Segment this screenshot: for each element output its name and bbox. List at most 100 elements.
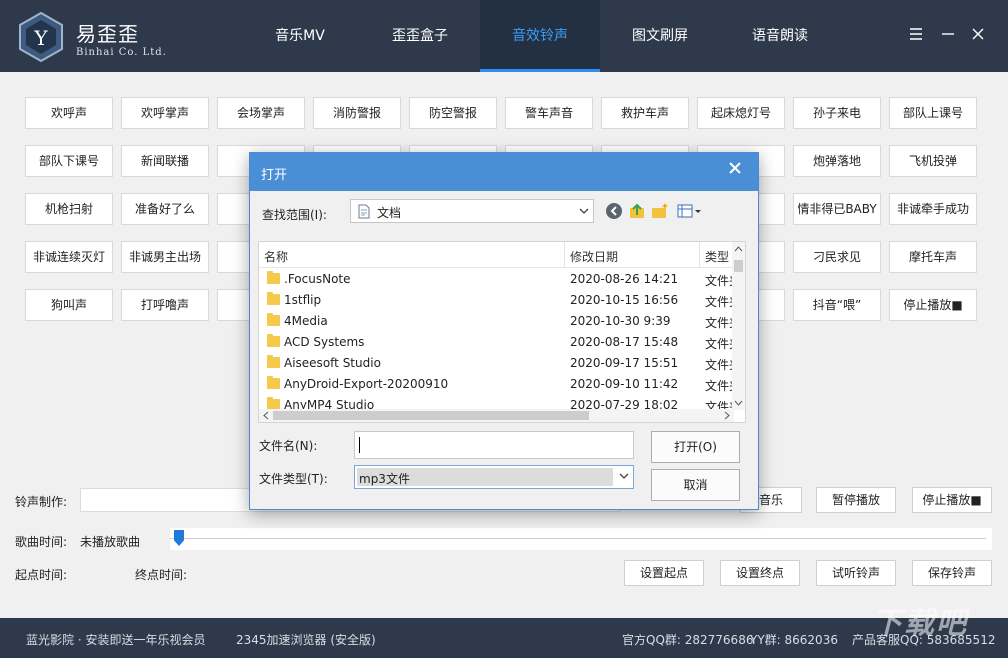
scroll-left-icon[interactable]	[262, 411, 270, 420]
scroll-right-icon[interactable]	[723, 411, 731, 420]
save-ringtone-button[interactable]: 保存铃声	[912, 560, 992, 586]
open-button[interactable]: 打开(O)	[651, 431, 740, 463]
sound-button[interactable]: 警车声音	[505, 97, 593, 129]
column-divider[interactable]	[699, 242, 700, 268]
close-icon[interactable]	[970, 26, 986, 42]
set-start-button[interactable]: 设置起点	[624, 560, 704, 586]
open-file-dialog: 打开 查找范围(I): 文档 名称 修改日期 类型 .FocusNo	[249, 152, 759, 510]
file-date: 2020-10-30 9:39	[570, 314, 671, 328]
horizontal-scrollbar[interactable]	[259, 409, 734, 422]
filetype-select[interactable]: mp3文件	[354, 465, 634, 489]
sound-button[interactable]: 新闻联播	[121, 145, 209, 177]
look-in-dropdown[interactable]: 文档	[350, 199, 594, 223]
file-name: AnyDroid-Export-20200910	[284, 377, 448, 391]
sound-button[interactable]: 部队上课号	[889, 97, 977, 129]
sound-button[interactable]: 炮弹落地	[793, 145, 881, 177]
file-date: 2020-10-15 16:56	[570, 293, 678, 307]
file-name: 4Media	[284, 314, 328, 328]
file-date: 2020-09-17 15:51	[570, 356, 678, 370]
file-row[interactable]: AnyDroid-Export-20200910 2020-09-10 11:42…	[259, 374, 734, 395]
file-type: 文件夹	[705, 272, 733, 289]
logo-letter: Y	[33, 26, 48, 50]
dialog-title-bar[interactable]: 打开	[250, 153, 758, 191]
text-caret	[359, 437, 360, 453]
scroll-down-icon[interactable]	[734, 399, 743, 407]
tab-waiwai-box[interactable]: 歪歪盒子	[360, 0, 480, 72]
tab-music-mv[interactable]: 音乐MV	[240, 0, 360, 72]
sound-button[interactable]: 飞机投弹	[889, 145, 977, 177]
file-row[interactable]: 4Media 2020-10-30 9:39 文件夹	[259, 311, 734, 332]
filetype-value: mp3文件	[359, 470, 410, 487]
song-time-value: 未播放歌曲	[80, 533, 140, 550]
back-icon[interactable]	[604, 201, 624, 221]
document-icon	[358, 204, 370, 219]
sound-button[interactable]: 准备好了么	[121, 193, 209, 225]
file-type: 文件夹	[705, 293, 733, 310]
column-type[interactable]: 类型	[705, 248, 729, 265]
file-type: 文件夹	[705, 377, 733, 394]
cancel-button[interactable]: 取消	[651, 469, 740, 501]
progress-slider[interactable]	[170, 528, 992, 550]
file-name: ACD Systems	[284, 335, 364, 349]
slider-thumb[interactable]	[174, 530, 184, 546]
sound-button[interactable]: 欢呼掌声	[121, 97, 209, 129]
folder-icon	[267, 315, 280, 326]
sound-button[interactable]: 非诚连续灭灯	[25, 241, 113, 273]
view-menu-icon[interactable]	[676, 201, 702, 221]
column-divider[interactable]	[564, 242, 565, 268]
sound-button[interactable]: 防空警报	[409, 97, 497, 129]
sound-button[interactable]: 孙子来电	[793, 97, 881, 129]
vertical-scroll-thumb[interactable]	[734, 260, 743, 272]
sound-button[interactable]: 非诚男主出场	[121, 241, 209, 273]
sound-button[interactable]: 欢呼声	[25, 97, 113, 129]
tab-voice-read[interactable]: 语音朗读	[720, 0, 840, 72]
horizontal-scroll-thumb[interactable]	[273, 411, 589, 420]
sound-button[interactable]: 部队下课号	[25, 145, 113, 177]
sound-button[interactable]: 刁民求见	[793, 241, 881, 273]
sound-button[interactable]: 狗叫声	[25, 289, 113, 321]
up-folder-icon[interactable]	[627, 201, 647, 221]
column-date[interactable]: 修改日期	[570, 248, 618, 265]
pause-button[interactable]: 暂停播放	[816, 487, 896, 513]
scroll-up-icon[interactable]	[734, 245, 743, 253]
sound-button[interactable]: 救护车声	[601, 97, 689, 129]
file-row[interactable]: 1stflip2020-10-15 16:56文件夹	[259, 290, 734, 311]
filename-input[interactable]	[354, 431, 634, 459]
file-list[interactable]: 名称 修改日期 类型 .FocusNote2020-08-26 14:21文件夹…	[258, 241, 746, 423]
end-time-label: 终点时间:	[135, 566, 187, 583]
sound-button[interactable]: 会场掌声	[217, 97, 305, 129]
column-name[interactable]: 名称	[264, 248, 288, 265]
dialog-close-icon[interactable]	[721, 156, 749, 180]
sound-button[interactable]: 起床熄灯号	[697, 97, 785, 129]
sound-button[interactable]: 摩托车声	[889, 241, 977, 273]
tab-sound-effects[interactable]: 音效铃声	[480, 0, 600, 72]
minimize-icon[interactable]	[940, 26, 956, 42]
sound-button[interactable]: 停止播放■	[889, 289, 977, 321]
sound-button[interactable]: 打呼噜声	[121, 289, 209, 321]
top-bar: Y 易歪歪 Binhai Co. Ltd. 音乐MV 歪歪盒子 音效铃声 图文刷…	[0, 0, 1008, 72]
sound-button[interactable]: 消防警报	[313, 97, 401, 129]
vertical-scrollbar[interactable]	[732, 242, 745, 410]
file-row[interactable]: ACD Systems2020-08-17 15:48文件夹	[259, 332, 734, 353]
ringtone-label: 铃声制作:	[15, 493, 67, 510]
file-date: 2020-09-10 11:42	[570, 377, 678, 391]
footer-ad-browser[interactable]: 2345加速浏览器 (安全版)	[236, 631, 376, 648]
menu-icon[interactable]	[908, 26, 924, 42]
sound-button[interactable]: 非诚牵手成功	[889, 193, 977, 225]
sound-button[interactable]: 抖音“喂”	[793, 289, 881, 321]
new-folder-icon[interactable]	[650, 201, 670, 221]
file-type: 文件夹	[705, 314, 733, 331]
stop-button[interactable]: 停止播放■	[912, 487, 992, 513]
sound-button[interactable]: 情非得已BABY	[793, 193, 881, 225]
slider-track	[170, 538, 986, 539]
set-end-button[interactable]: 设置终点	[720, 560, 800, 586]
watermark: 下载吧	[872, 598, 968, 642]
look-in-value: 文档	[377, 204, 401, 221]
file-row[interactable]: .FocusNote2020-08-26 14:21文件夹	[259, 269, 734, 290]
sound-button[interactable]: 机枪扫射	[25, 193, 113, 225]
preview-ringtone-button[interactable]: 试听铃声	[816, 560, 896, 586]
tab-image-text[interactable]: 图文刷屏	[600, 0, 720, 72]
file-row[interactable]: Aiseesoft Studio2020-09-17 15:51文件夹	[259, 353, 734, 374]
footer-ad-cinema[interactable]: 蓝光影院 · 安装即送一年乐视会员	[26, 631, 205, 648]
file-name: .FocusNote	[284, 272, 351, 286]
